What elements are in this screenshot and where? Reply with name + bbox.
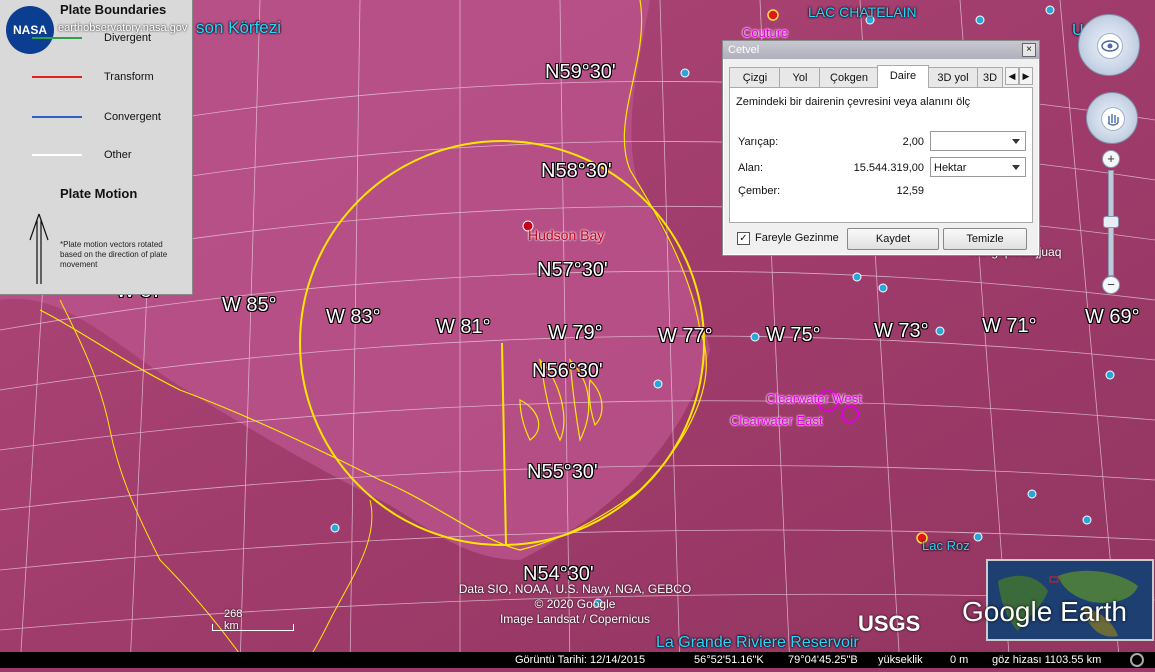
elevation-label: yükseklik xyxy=(878,654,923,666)
convergent-line-icon xyxy=(32,116,82,119)
motion-arrow-icon xyxy=(29,213,49,284)
area-unit-select[interactable]: Hektar xyxy=(930,157,1026,177)
ruler-dialog: Cetvel × Çizgi Yol Çokgen Daire 3D yol 3… xyxy=(722,40,1040,256)
scale-line xyxy=(212,624,294,631)
lon-label-85: W 85° xyxy=(222,294,277,316)
area-label: Alan: xyxy=(738,162,764,174)
place-couture[interactable]: Couture xyxy=(742,25,788,40)
zoom-in-icon[interactable]: + xyxy=(1102,150,1120,168)
transform-line-icon xyxy=(32,76,82,79)
ruler-panel: Zemindeki bir dairenin çevresini veya al… xyxy=(729,87,1033,223)
lat-label-59-30: N59°30' xyxy=(545,61,616,83)
imagery-date: Görüntü Tarihi: 12/14/2015 xyxy=(515,654,646,666)
tab-scroll: ◀ ▶ xyxy=(1005,67,1033,85)
lon-label-81: W 81° xyxy=(436,316,491,338)
place-hudson-korfezi[interactable]: son Körfezi xyxy=(196,18,281,38)
ruler-tabs: Çizgi Yol Çokgen Daire 3D yol 3D ◀ ▶ xyxy=(729,65,1033,88)
look-joystick[interactable] xyxy=(1078,14,1140,76)
close-icon[interactable]: × xyxy=(1022,43,1036,57)
eye-icon[interactable] xyxy=(1097,33,1123,59)
attribution-line-2: © 2020 Google xyxy=(534,597,616,611)
legend-label: Convergent xyxy=(104,111,161,123)
legend-label: Other xyxy=(104,149,132,161)
legend-note: *Plate motion vectors rotated based on t… xyxy=(60,240,168,269)
legend-item-other: Other xyxy=(32,149,132,161)
plate-boundaries-legend: NASA Plate Boundaries earthobservatory.n… xyxy=(0,0,193,295)
legend-item-convergent: Convergent xyxy=(32,111,161,123)
zoom-slider[interactable]: + − xyxy=(1102,150,1120,296)
save-button[interactable]: Kaydet xyxy=(847,228,939,250)
usgs-logo: USGS xyxy=(858,611,921,636)
legend-label: Divergent xyxy=(104,32,152,44)
lon-label-69: W 69° xyxy=(1085,306,1140,328)
legend-title: Plate Boundaries xyxy=(60,2,167,17)
attribution-line-1: Data SIO, NOAA, U.S. Navy, NGA, GEBCO xyxy=(458,582,692,596)
radius-unit-select[interactable] xyxy=(930,131,1026,151)
tab-polygon[interactable]: Çokgen xyxy=(819,67,879,88)
lon-label-77: W 77° xyxy=(658,325,713,347)
lon-label-83: W 83° xyxy=(326,306,381,328)
place-lac-chatelain[interactable]: LAC CHATELAIN xyxy=(808,4,917,20)
ruler-description: Zemindeki bir dairenin çevresini veya al… xyxy=(736,96,971,108)
lon-label-73: W 73° xyxy=(874,320,929,342)
tab-circle[interactable]: Daire xyxy=(877,65,929,88)
move-joystick[interactable] xyxy=(1086,92,1138,144)
chevron-down-icon xyxy=(1012,165,1020,170)
circumference-value: 12,59 xyxy=(896,185,924,197)
hand-icon[interactable] xyxy=(1101,107,1125,131)
streaming-icon xyxy=(1130,653,1144,672)
place-la-grande-reservoir[interactable]: La Grande Riviere Reservoir xyxy=(656,634,859,652)
chevron-down-icon xyxy=(1012,139,1020,144)
place-hudson-bay[interactable]: Hudson Bay xyxy=(528,227,604,243)
legend-item-transform: Transform xyxy=(32,71,154,83)
latitude-readout: 56°52'51.16"K xyxy=(694,654,764,666)
place-clearwater-west[interactable]: Clearwater West xyxy=(766,391,862,406)
tab-3d-polygon[interactable]: 3D xyxy=(977,67,1003,88)
lat-label-55-30: N55°30' xyxy=(527,461,598,483)
nasa-logo: NASA xyxy=(6,6,54,54)
elevation-value: 0 m xyxy=(950,654,969,666)
tab-3d-path[interactable]: 3D yol xyxy=(927,67,979,88)
chevron-left-icon[interactable]: ◀ xyxy=(1005,67,1019,85)
plate-motion-title: Plate Motion xyxy=(60,186,138,201)
lon-label-71: W 71° xyxy=(982,315,1037,337)
mouse-nav-label: Fareyle Gezinme xyxy=(755,232,839,244)
zoom-out-icon[interactable]: − xyxy=(1102,276,1120,294)
circumference-label: Çember: xyxy=(738,185,781,197)
google-earth-logo: Google Earth xyxy=(962,596,1127,627)
zoom-knob[interactable] xyxy=(1103,216,1119,228)
ruler-titlebar[interactable]: Cetvel × xyxy=(723,41,1039,59)
chevron-right-icon[interactable]: ▶ xyxy=(1019,67,1033,85)
tab-line[interactable]: Çizgi xyxy=(729,67,781,88)
radius-label: Yarıçap: xyxy=(738,136,779,148)
lon-label-75: W 75° xyxy=(766,324,821,346)
legend-item-divergent: Divergent xyxy=(32,32,151,44)
area-value: 15.544.319,00 xyxy=(853,162,924,174)
legend-label: Transform xyxy=(104,71,154,83)
mouse-nav-checkbox[interactable]: ✓ xyxy=(737,232,750,245)
lon-label-79: W 79° xyxy=(548,322,603,344)
place-clearwater-east[interactable]: Clearwater East xyxy=(730,413,822,428)
attribution-line-3: Image Landsat / Copernicus xyxy=(499,612,651,626)
tab-path[interactable]: Yol xyxy=(779,67,821,88)
lat-label-56-30: N56°30' xyxy=(532,360,603,382)
place-lac-roz[interactable]: Lac Roz xyxy=(922,538,970,553)
status-bar: Görüntü Tarihi: 12/14/2015 56°52'51.16"K… xyxy=(0,652,1155,668)
lat-label-57-30: N57°30' xyxy=(537,259,608,281)
longitude-readout: 79°04'45.25"B xyxy=(788,654,858,666)
radius-value: 2,00 xyxy=(902,136,924,148)
eye-altitude: göz hizası 1103.55 km xyxy=(992,654,1102,666)
area-unit-value: Hektar xyxy=(934,162,967,174)
lat-label-58-30: N58°30' xyxy=(541,160,612,182)
clear-button[interactable]: Temizle xyxy=(943,228,1027,250)
ruler-title: Cetvel xyxy=(728,44,760,56)
divergent-line-icon xyxy=(32,37,82,40)
other-line-icon xyxy=(32,154,82,157)
